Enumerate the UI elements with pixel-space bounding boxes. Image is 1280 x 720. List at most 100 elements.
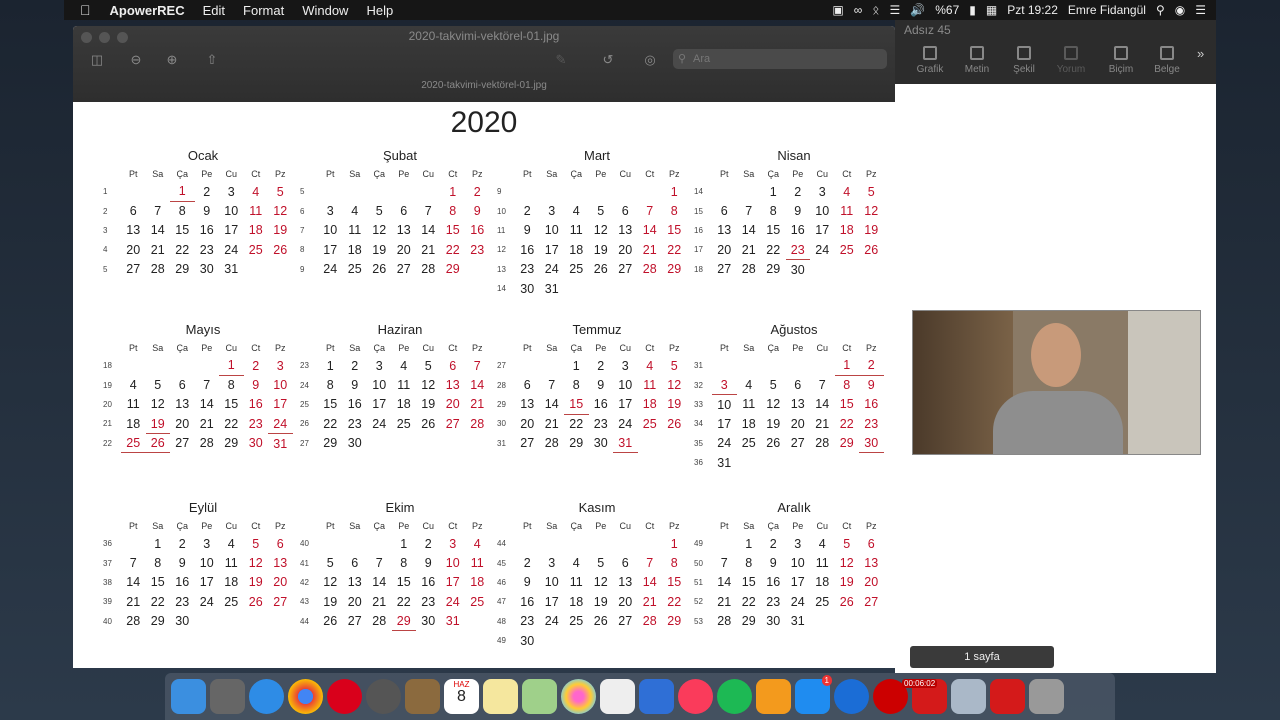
weekday-header: Pe	[792, 521, 804, 531]
format-button[interactable]: Biçim	[1096, 46, 1146, 75]
creative-cloud-icon[interactable]: ∞	[854, 3, 863, 17]
day-cell: 25	[396, 416, 411, 431]
safari-icon[interactable]	[249, 679, 284, 714]
keynote-icon[interactable]	[639, 679, 674, 714]
weekday-header: Ça	[767, 169, 779, 179]
day-cell: 11	[643, 378, 657, 393]
day-cell: 30	[175, 614, 190, 629]
weekday-header: Ça	[767, 521, 779, 531]
day-cell: 5	[154, 378, 162, 393]
menu-format[interactable]: Format	[234, 3, 293, 18]
document-button[interactable]: Belge	[1142, 46, 1192, 75]
notes-book-icon[interactable]	[405, 679, 440, 714]
clock[interactable]: Pzt 19:22	[1007, 3, 1058, 17]
day-cell	[219, 612, 244, 631]
dock-calendar-day: 8	[457, 688, 466, 705]
share-icon[interactable]: ⇧	[201, 50, 223, 70]
zoom-in-icon[interactable]: ⊕	[161, 50, 183, 70]
weekday-header: Ct	[251, 169, 261, 179]
sidebar-toggle-icon[interactable]: ◫	[83, 50, 111, 70]
app-store-icon[interactable]: 1	[795, 675, 832, 714]
acrobat-reader-icon[interactable]	[990, 679, 1025, 714]
feather-app-icon[interactable]	[834, 679, 869, 714]
weekday-header: Pt	[719, 169, 729, 179]
app-menu[interactable]: ApowerREC	[101, 3, 194, 18]
day-cell: 11	[126, 397, 140, 412]
maps-icon[interactable]	[522, 679, 557, 714]
volume-icon[interactable]: 🔊	[910, 3, 925, 17]
launchpad-icon[interactable]	[210, 679, 245, 714]
markup-pen-icon[interactable]: ✎	[541, 50, 581, 70]
week-number: 18	[103, 361, 112, 371]
shape-button[interactable]: Şekil	[999, 46, 1049, 75]
day-cell: 9	[523, 223, 531, 238]
menu-window[interactable]: Window	[293, 3, 357, 18]
day-cell: 20	[618, 242, 633, 257]
search-input[interactable]: ⚲ Ara	[673, 49, 887, 69]
weekday-header: Cu	[422, 521, 434, 531]
day-cell: 8	[178, 204, 186, 219]
bluetooth-icon[interactable]: ᛟ	[872, 3, 879, 17]
menu-help[interactable]: Help	[357, 3, 402, 18]
opera-gx-icon[interactable]	[366, 679, 401, 714]
calendar-app-icon[interactable]: HAZ 8	[444, 679, 479, 714]
battery-percent[interactable]: %67	[935, 3, 959, 17]
dock: HAZ 8 1	[165, 673, 1115, 720]
markup-icon[interactable]: ◎	[639, 50, 661, 70]
day-cell: 20	[126, 242, 141, 257]
document-title: 2020-takvimi-vektörel-01.jpg	[421, 80, 547, 91]
trash-icon[interactable]	[1029, 679, 1064, 714]
input-source-icon[interactable]: ▦	[986, 3, 997, 17]
spotlight-search-icon[interactable]: ⚲	[1156, 3, 1165, 17]
siri-icon[interactable]: ◉	[1175, 3, 1185, 17]
weekday-header: Pz	[865, 343, 877, 353]
day-cell	[737, 453, 762, 472]
page-count-selector[interactable]: 1 sayfa	[910, 646, 1054, 668]
month-name: Ekim	[385, 500, 415, 515]
day-cell: 15	[396, 575, 411, 590]
day-cell: 9	[178, 556, 186, 571]
day-cell: 5	[252, 536, 260, 551]
itunes-icon[interactable]	[678, 679, 713, 714]
day-cell: 9	[867, 378, 875, 393]
chart-button[interactable]: Grafik	[905, 46, 955, 75]
weekday-header: Sa	[152, 521, 164, 531]
zoom-out-icon[interactable]: ⊖	[125, 50, 147, 70]
text-button[interactable]: Metin	[952, 46, 1002, 75]
opera-icon[interactable]	[327, 679, 362, 714]
menu-edit[interactable]: Edit	[194, 3, 234, 18]
day-cell: 10	[815, 204, 830, 219]
finder-icon[interactable]	[171, 679, 206, 714]
day-cell: 18	[569, 242, 584, 257]
notes-icon[interactable]	[483, 679, 518, 714]
more-chevron-icon[interactable]: »	[1197, 46, 1204, 61]
weekday-header: Pe	[595, 343, 607, 353]
wifi-icon[interactable]: ☰	[890, 3, 901, 17]
comment-button[interactable]: Yorum	[1046, 46, 1096, 75]
apple-menu-icon[interactable]: 	[64, 2, 101, 18]
day-cell: 21	[717, 594, 732, 609]
day-cell: 1	[670, 536, 678, 551]
day-cell: 8	[572, 378, 580, 393]
day-cell: 21	[199, 416, 214, 431]
books-icon[interactable]	[756, 679, 791, 714]
day-cell: 15	[667, 223, 682, 238]
day-cell	[343, 182, 368, 201]
calendar-image: 2020 Ocak Pt Sa Ça Pe Cu Ct Pz 1 1 2 3 4 5 2 6 7 8 9 10 11 12…	[73, 102, 895, 668]
day-cell: 5	[670, 358, 678, 373]
notification-center-icon[interactable]: ☰	[1195, 3, 1206, 17]
photos-icon[interactable]	[561, 679, 596, 714]
rotate-icon[interactable]: ↺	[597, 50, 619, 70]
weekday-header: Pt	[325, 343, 335, 353]
week-number: 5	[300, 187, 305, 197]
chrome-icon[interactable]	[288, 679, 323, 714]
weekday-header: Ça	[373, 343, 385, 353]
day-cell: 5	[769, 378, 777, 393]
user-name[interactable]: Emre Fidangül	[1068, 3, 1146, 17]
preview-app-icon[interactable]	[600, 679, 635, 714]
screen-share-icon[interactable]: ▣	[832, 3, 843, 17]
day-cell: 2	[523, 204, 531, 219]
spotify-icon[interactable]	[717, 679, 752, 714]
network-disk-icon[interactable]	[951, 679, 986, 714]
day-cell	[564, 182, 589, 201]
